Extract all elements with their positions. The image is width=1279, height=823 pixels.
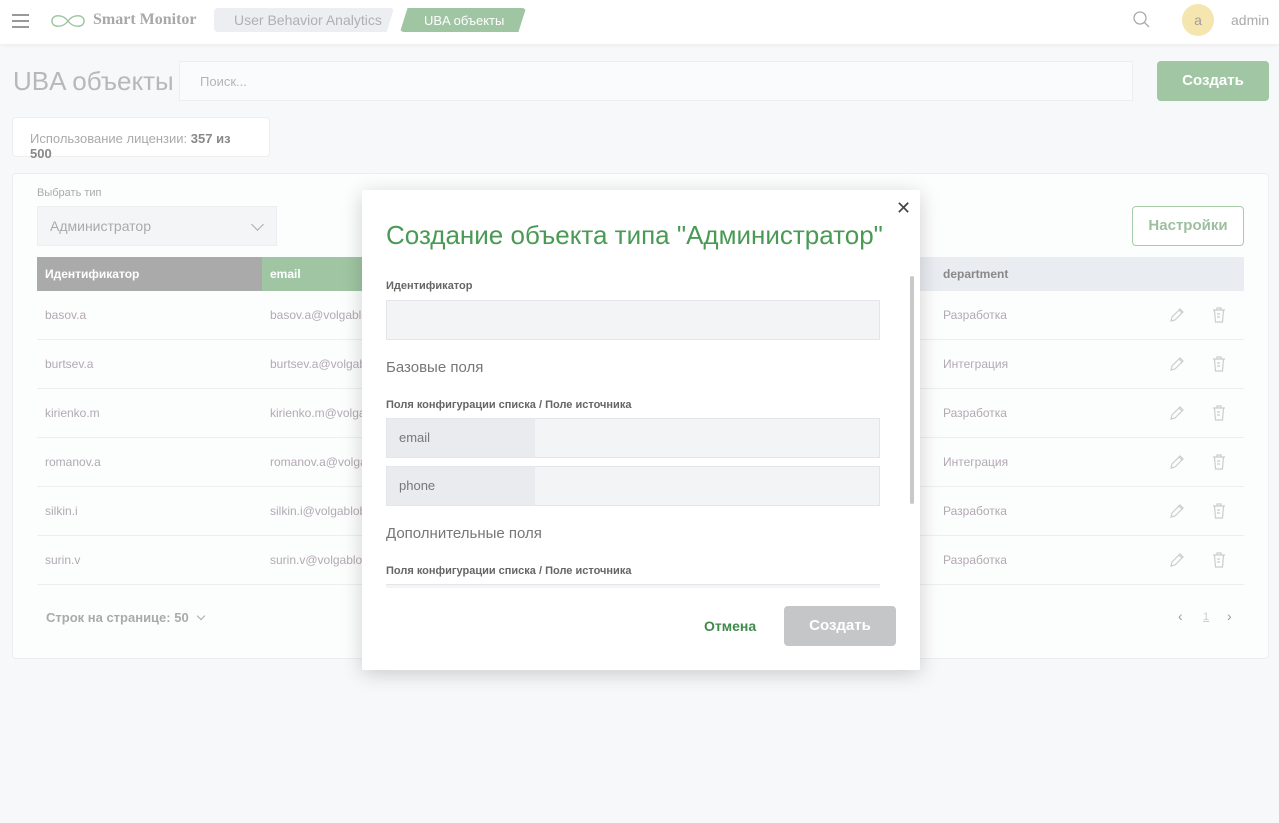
cell-email: surin.v@volgablob <box>270 553 369 567</box>
edit-icon[interactable] <box>1168 453 1186 471</box>
search-icon[interactable] <box>1132 10 1150 28</box>
delete-icon[interactable] <box>1210 355 1228 373</box>
username[interactable]: admin <box>1231 12 1269 28</box>
delete-icon[interactable] <box>1210 551 1228 569</box>
chevron-down-icon <box>251 218 264 231</box>
base-fields-heading: Базовые поля <box>386 359 484 376</box>
chevron-down-icon <box>197 611 206 621</box>
avatar[interactable]: a <box>1182 4 1214 36</box>
menu-icon[interactable] <box>12 14 29 28</box>
extra-fields-heading: Дополнительные поля <box>386 525 542 542</box>
close-icon[interactable]: ✕ <box>896 198 911 219</box>
column-header-department[interactable]: department <box>935 257 1008 291</box>
cell-department: Разработка <box>943 553 1007 567</box>
create-button[interactable]: Создать <box>1157 61 1269 101</box>
edit-icon[interactable] <box>1168 355 1186 373</box>
cell-email: romanov.a@volga <box>270 455 367 469</box>
delete-icon[interactable] <box>1210 453 1228 471</box>
prev-page-icon[interactable]: ‹ <box>1178 608 1183 624</box>
cell-id: kirienko.m <box>45 406 100 420</box>
base-config-label: Поля конфигурации списка / Поле источник… <box>386 399 632 411</box>
edit-icon[interactable] <box>1168 551 1186 569</box>
rows-per-page-select[interactable]: Строк на странице: 50 <box>46 610 206 625</box>
breadcrumb-uba[interactable]: User Behavior Analytics <box>214 8 394 32</box>
id-label: Идентификатор <box>386 280 473 292</box>
extra-field-input-partial[interactable] <box>386 584 880 588</box>
modal-scrollbar[interactable] <box>910 276 914 504</box>
cell-email: burtsev.a@volgab <box>270 357 367 371</box>
extra-config-label: Поля конфигурации списка / Поле источник… <box>386 565 632 577</box>
cell-department: Разработка <box>943 406 1007 420</box>
cell-department: Разработка <box>943 504 1007 518</box>
field-key: phone <box>387 467 535 505</box>
cell-id: basov.a <box>45 308 87 322</box>
breadcrumb-uba-objects[interactable]: UBA объекты <box>400 8 526 32</box>
cell-department: Интеграция <box>943 455 1009 469</box>
edit-icon[interactable] <box>1168 404 1186 422</box>
cell-department: Разработка <box>943 308 1007 322</box>
cancel-button[interactable]: Отмена <box>704 618 756 634</box>
modal-title: Создание объекта типа "Администратор" <box>386 220 883 250</box>
delete-icon[interactable] <box>1210 306 1228 324</box>
cell-email: basov.a@volgablo <box>270 308 369 322</box>
cell-email: silkin.i@volgablob <box>270 504 367 518</box>
column-header-id[interactable]: Идентификатор <box>37 257 262 291</box>
type-select-value: Администратор <box>50 218 152 234</box>
edit-icon[interactable] <box>1168 306 1186 324</box>
license-usage: Использование лицензии: 357 из 500 <box>12 117 270 161</box>
cell-id: romanov.a <box>45 455 101 469</box>
type-select[interactable]: Администратор <box>37 206 277 246</box>
settings-button[interactable]: Настройки <box>1132 206 1244 246</box>
cell-id: burtsev.a <box>45 357 94 371</box>
app-name: Smart Monitor <box>93 11 197 28</box>
type-select-label: Выбрать тип <box>37 187 102 199</box>
edit-icon[interactable] <box>1168 502 1186 520</box>
top-header: Smart Monitor User Behavior Analytics UB… <box>0 0 1279 44</box>
page-number[interactable]: 1 <box>1203 611 1209 623</box>
cell-email: kirienko.m@volga <box>270 406 366 420</box>
cell-department: Интеграция <box>943 357 1009 371</box>
next-page-icon[interactable]: › <box>1227 608 1232 624</box>
rows-per-page-label: Строк на странице: 50 <box>46 610 189 625</box>
field-phone-input[interactable]: phone <box>386 466 880 506</box>
delete-icon[interactable] <box>1210 502 1228 520</box>
page-title: UBA объекты <box>13 66 174 96</box>
field-email-input[interactable]: email <box>386 418 880 458</box>
create-object-modal: ✕ Создание объекта типа "Администратор" … <box>362 190 920 670</box>
field-key: email <box>387 419 535 457</box>
license-label: Использование лицензии: <box>30 131 188 146</box>
search-input[interactable]: Поиск... <box>179 61 1133 101</box>
id-input[interactable] <box>386 300 880 340</box>
logo-infinity-icon <box>51 15 85 27</box>
modal-create-button[interactable]: Создать <box>784 606 896 646</box>
delete-icon[interactable] <box>1210 404 1228 422</box>
cell-id: silkin.i <box>45 504 78 518</box>
cell-id: surin.v <box>45 553 81 567</box>
